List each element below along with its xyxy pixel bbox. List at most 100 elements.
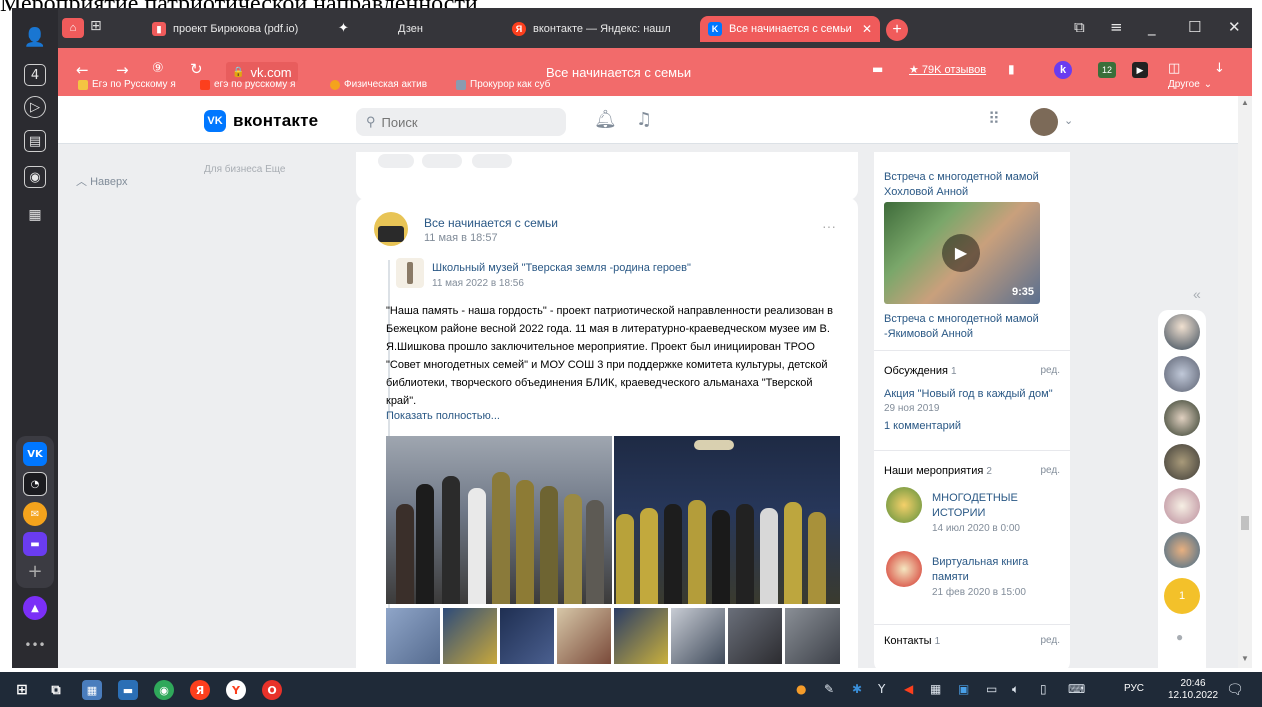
more-options-icon[interactable]: ···	[822, 218, 836, 234]
footer-links[interactable]: Для бизнеса Еще	[204, 164, 285, 175]
tray-app-icon[interactable]: ●	[796, 682, 806, 696]
user-profile-icon[interactable]: 👤	[24, 26, 46, 48]
tray-cloud-icon[interactable]: ▣	[958, 682, 969, 696]
new-tab-button[interactable]: +	[886, 19, 908, 41]
repost-date[interactable]: 11 мая 2022 в 18:56	[432, 278, 524, 289]
bookmark-item[interactable]: Прокурор как суб	[456, 79, 550, 90]
post-photo[interactable]	[386, 436, 612, 604]
tab-pdf-project[interactable]: ▮ проект Бирюкова (pdf.io)	[152, 16, 328, 42]
photo-thumbnail[interactable]	[557, 608, 611, 664]
event-avatar[interactable]	[886, 487, 922, 523]
bookmark-item[interactable]: Егэ по Русскому я	[78, 79, 176, 90]
system-clock[interactable]: 20:46 12.10.2022	[1168, 678, 1218, 702]
post-author[interactable]: Все начинается с семьи	[424, 216, 558, 230]
friend-avatar[interactable]	[1164, 400, 1200, 436]
tab-yandex-search[interactable]: Я вконтакте — Яндекс: нашл	[512, 16, 692, 42]
comment-pill[interactable]	[422, 154, 462, 168]
messenger-app-icon[interactable]: ▬	[23, 532, 47, 556]
repost-avatar[interactable]	[396, 258, 424, 288]
network-icon[interactable]: ▭	[986, 682, 997, 696]
notifications-bell-icon[interactable]: 🔔︎	[594, 109, 617, 130]
camera-app-icon[interactable]: ◔	[23, 472, 47, 496]
explorer-app-icon[interactable]: ▦	[82, 680, 102, 700]
close-tab-icon[interactable]: ✕	[862, 22, 872, 36]
search-box[interactable]: ⚲	[356, 108, 566, 136]
vk-logo[interactable]: VK вконтакте	[204, 110, 318, 132]
edit-link[interactable]: ред.	[1040, 465, 1060, 476]
scroll-down-arrow-icon[interactable]: ▼	[1241, 654, 1249, 663]
page-scrollbar[interactable]: ▲ ▼	[1238, 96, 1252, 668]
notifications-icon[interactable]: 🗨︎	[1226, 682, 1244, 698]
music-note-icon[interactable]: ♫	[636, 109, 652, 130]
download-icon[interactable]: ↓	[1214, 61, 1225, 76]
close-window-icon[interactable]: ✕	[1228, 18, 1241, 36]
tabs-list-icon[interactable]: ⧉	[1074, 18, 1085, 36]
discussion-comments[interactable]: 1 комментарий	[884, 419, 961, 434]
repost-author[interactable]: Школьный музей "Тверская земля -родина г…	[432, 262, 691, 274]
scrollbar-thumb[interactable]	[1241, 516, 1249, 530]
protect-icon[interactable]: ⑨	[152, 61, 164, 76]
screenshot-icon[interactable]: ◉	[24, 166, 46, 188]
search-input[interactable]	[381, 114, 542, 130]
profile-avatar[interactable]	[1030, 108, 1058, 136]
photo-thumbnail[interactable]	[728, 608, 782, 664]
keyboard-icon[interactable]: ⌨	[1068, 682, 1085, 696]
alice-assistant-icon[interactable]: ▲	[23, 596, 47, 620]
minimize-icon[interactable]: _	[1148, 18, 1156, 36]
photo-thumbnail[interactable]	[443, 608, 497, 664]
video-title[interactable]: Встреча с многодетной мамой -Якимовой Ан…	[884, 312, 1064, 342]
friend-avatar[interactable]	[1164, 444, 1200, 480]
bookmark-item[interactable]: егэ по русскому я	[200, 79, 295, 90]
other-bookmarks[interactable]: Другое ⌄	[1168, 79, 1212, 90]
friend-avatar[interactable]	[1164, 532, 1200, 568]
tray-app-icon[interactable]: ▦	[930, 682, 941, 696]
tab-vk-active[interactable]: K Все начинается с семьи ✕	[700, 16, 880, 42]
discussions-header[interactable]: Обсуждения 1	[884, 365, 957, 377]
bookmark-item[interactable]: Физическая актив	[330, 79, 427, 90]
photo-thumbnail[interactable]	[386, 608, 440, 664]
video-thumbnail[interactable]: ▶ 9:35	[884, 202, 1040, 304]
task-view-icon[interactable]: ⧉	[46, 680, 66, 700]
edit-link[interactable]: ред.	[1040, 635, 1060, 646]
discussion-topic[interactable]: Акция "Новый год в каждый дом"	[884, 387, 1053, 402]
tray-yandex-icon[interactable]: Y	[878, 682, 885, 696]
opera-app-icon[interactable]: O	[262, 680, 282, 700]
events-header[interactable]: Наши мероприятия 2	[884, 465, 992, 477]
edit-link[interactable]: ред.	[1040, 365, 1060, 376]
post-date[interactable]: 11 мая в 18:57	[424, 232, 498, 244]
add-app-icon[interactable]: +	[24, 560, 46, 582]
scroll-up-arrow-icon[interactable]: ▲	[1241, 98, 1249, 107]
play-icon[interactable]: ▷	[24, 96, 46, 118]
tray-arrow-icon[interactable]: ◀	[904, 682, 913, 696]
vk-app-icon[interactable]: VK	[23, 442, 47, 466]
yandex-app-icon[interactable]: Я	[190, 680, 210, 700]
reaction-pill[interactable]	[378, 154, 414, 168]
windows-start-icon[interactable]: ⊞	[12, 680, 32, 700]
reviews-link[interactable]: ★ 79K отзывов	[909, 63, 986, 76]
play-icon[interactable]: ▶	[942, 234, 980, 272]
tray-pen-icon[interactable]: ✎	[824, 682, 834, 696]
event-avatar[interactable]	[886, 551, 922, 587]
services-grid-icon[interactable]: ⠿	[988, 109, 1000, 128]
contacts-header[interactable]: Контакты 1	[884, 635, 940, 647]
photo-thumbnail[interactable]	[614, 608, 668, 664]
event-title[interactable]: МНОГОДЕТНЫЕ ИСТОРИИ	[932, 491, 1052, 521]
photo-thumbnail[interactable]	[785, 608, 840, 664]
more-dots-icon[interactable]: •••	[24, 634, 46, 656]
input-language[interactable]: РУС	[1124, 683, 1144, 694]
event-title[interactable]: Виртуальная книга памяти	[932, 555, 1052, 585]
share-pill[interactable]	[472, 154, 512, 168]
extension-pocket-icon[interactable]: ◫	[1168, 61, 1180, 76]
friend-avatar[interactable]	[1164, 356, 1200, 392]
collections-icon[interactable]: ▤	[24, 130, 46, 152]
tab-dzen[interactable]: Дзен	[398, 16, 498, 42]
friend-avatar[interactable]	[1164, 314, 1200, 350]
bookmark-icon[interactable]: ▮	[1008, 62, 1015, 76]
yandex-browser-app-icon[interactable]: Y	[226, 680, 246, 700]
photo-thumbnail[interactable]	[500, 608, 554, 664]
battery-icon[interactable]: ▯	[1040, 682, 1047, 696]
community-avatar[interactable]	[374, 212, 408, 246]
post-photo[interactable]	[614, 436, 840, 604]
home-tab-icon[interactable]: ⌂	[62, 18, 84, 38]
new-tab-group-icon[interactable]: ⊞	[90, 18, 102, 34]
